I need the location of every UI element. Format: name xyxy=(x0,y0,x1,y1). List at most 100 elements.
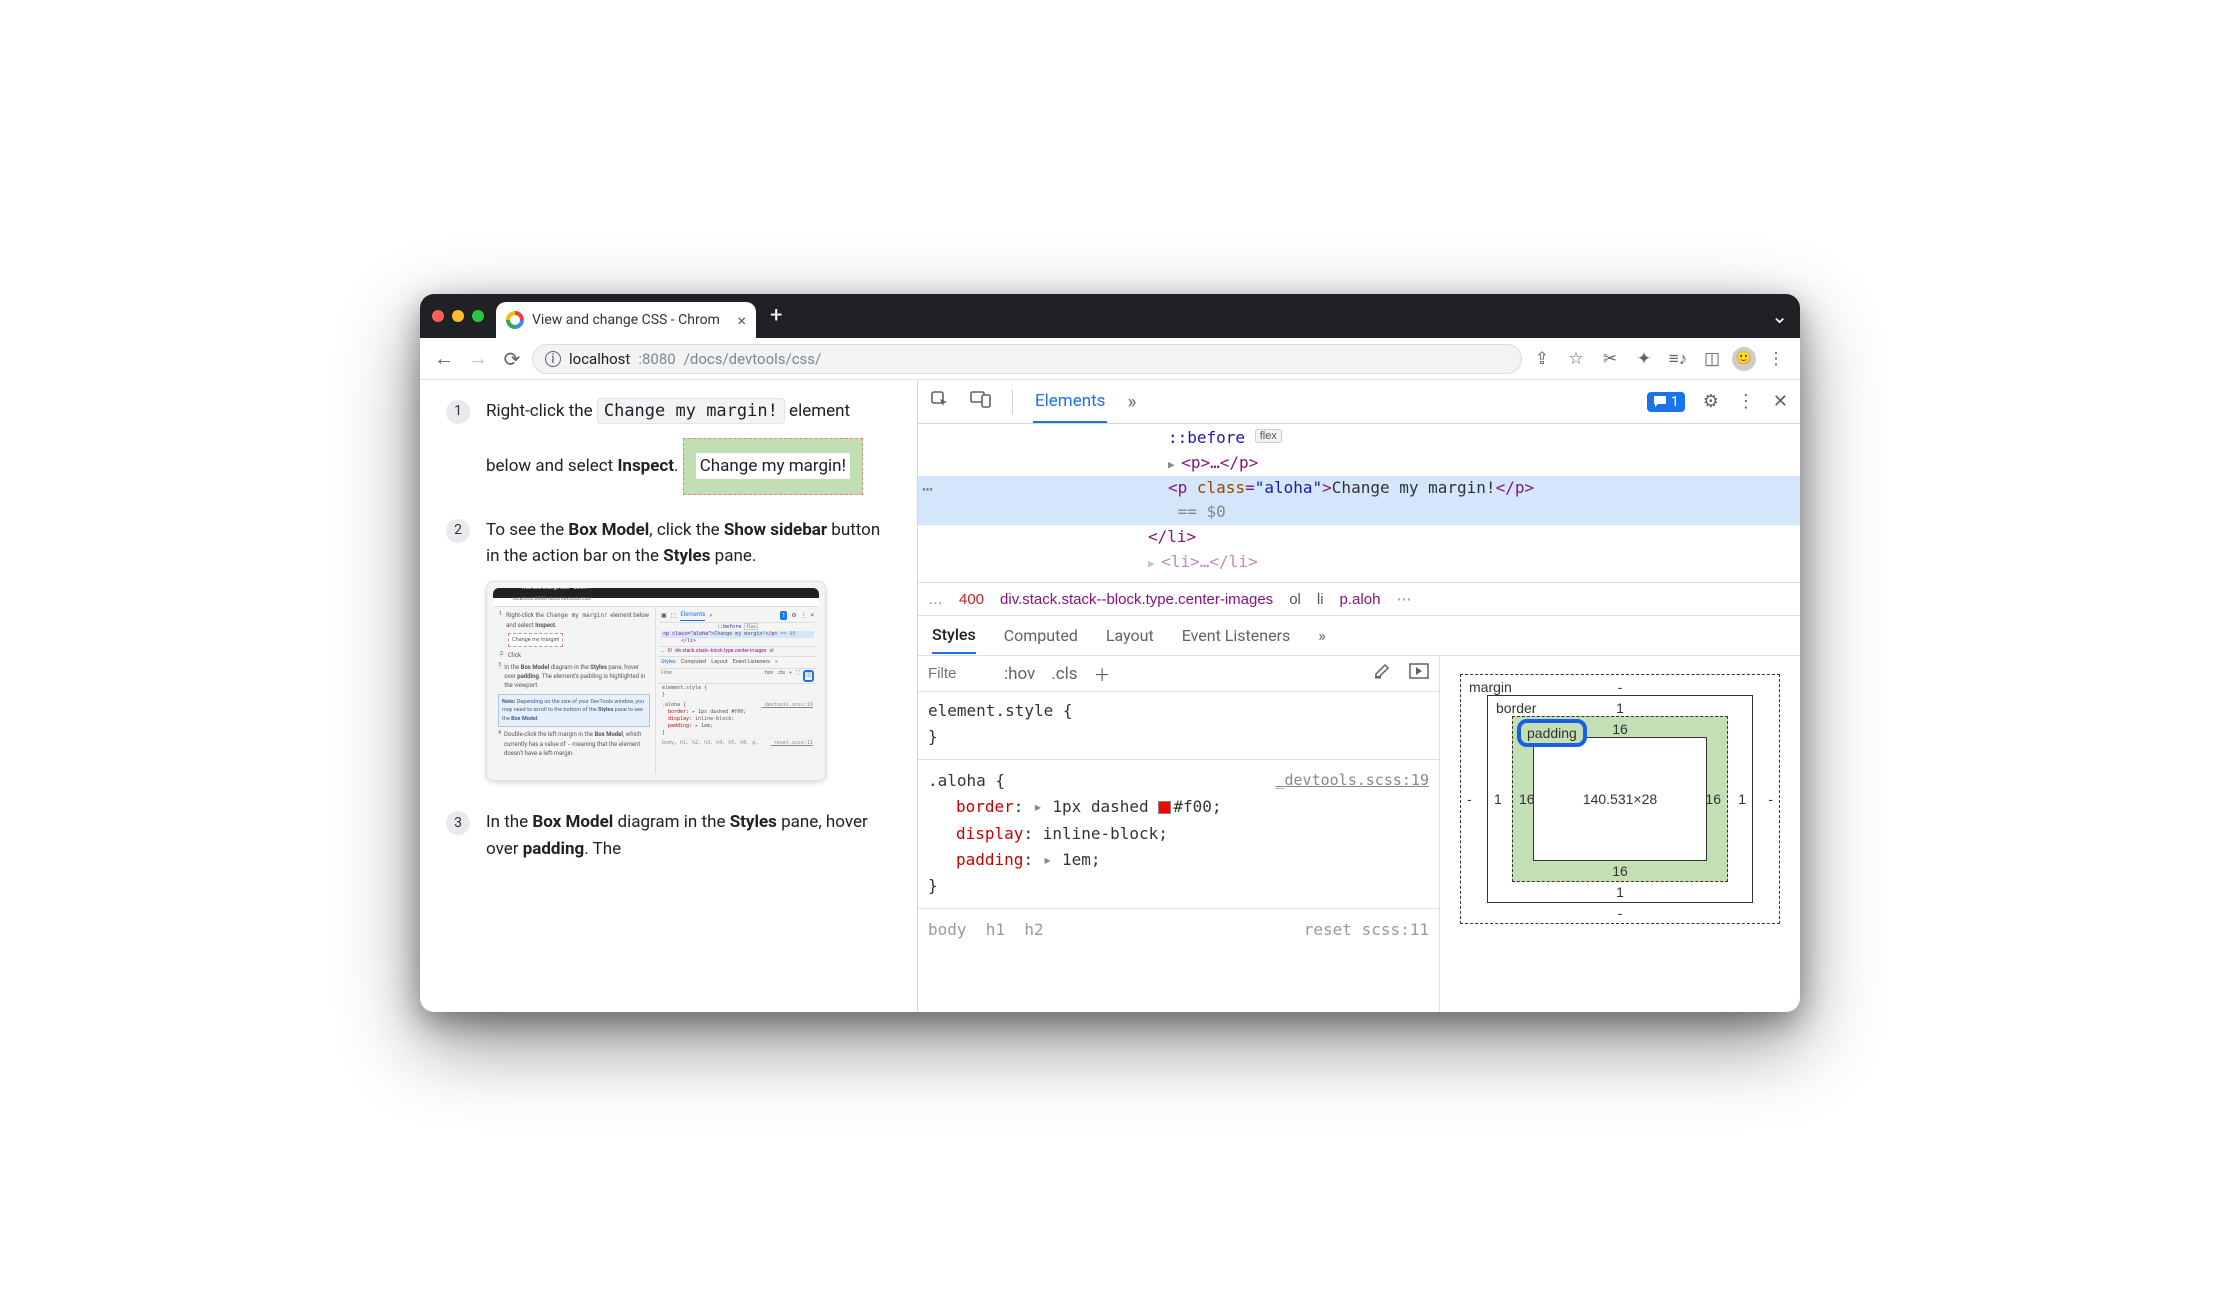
bold: Box Model xyxy=(568,520,649,540)
scissors-icon[interactable]: ✂ xyxy=(1596,349,1624,369)
bc-ol[interactable]: ol xyxy=(1289,591,1301,608)
selected-dom-node[interactable]: <p class="aloha">Change my margin!</p> =… xyxy=(918,476,1800,526)
browser-window: View and change CSS - Chrom × + ⌄ ← → ⟳ … xyxy=(420,294,1800,1012)
step-number: 3 xyxy=(446,811,470,835)
toggle-sidebar-icon[interactable] xyxy=(1409,663,1429,684)
bold: padding xyxy=(523,839,585,859)
more-styles-tabs-icon[interactable]: » xyxy=(1318,618,1326,653)
bold: Show sidebar xyxy=(724,520,827,540)
box-model-margin[interactable]: margin - - - - border 1 1 1 1 padding xyxy=(1460,674,1780,924)
bc-more[interactable]: ⋯ xyxy=(1396,590,1411,608)
step-text: To see the Box Model, click the Show sid… xyxy=(486,517,891,788)
settings-icon[interactable]: ⚙ xyxy=(1703,391,1719,412)
bold: Styles xyxy=(663,546,710,566)
side-panel-icon[interactable]: ◫ xyxy=(1698,349,1726,369)
tab-close-icon[interactable]: × xyxy=(737,311,746,330)
extensions-icon[interactable]: ✦ xyxy=(1630,349,1658,369)
margin-left[interactable]: - xyxy=(1467,791,1472,807)
dropdown-window-icon[interactable]: ⌄ xyxy=(1771,304,1788,328)
dom-breadcrumb[interactable]: … 400 div.stack.stack--block.type.center… xyxy=(918,582,1800,616)
devtools-header: Elements » 1 ⚙ ⋮ ✕ xyxy=(918,380,1800,424)
rule-aloha[interactable]: .aloha { xyxy=(928,771,1005,790)
reload-button[interactable]: ⟳ xyxy=(498,347,526,371)
paint-brush-icon[interactable] xyxy=(1373,662,1393,685)
padding-top[interactable]: 16 xyxy=(1612,721,1628,737)
browser-tab[interactable]: View and change CSS - Chrom × xyxy=(496,302,756,338)
styles-tab[interactable]: Styles xyxy=(932,617,976,654)
close-window-icon[interactable] xyxy=(432,310,444,322)
padding-bottom[interactable]: 16 xyxy=(1612,863,1628,879)
new-rule-icon[interactable]: ＋ xyxy=(1094,661,1111,686)
more-tabs-icon[interactable]: » xyxy=(1127,390,1136,413)
t: . xyxy=(674,456,678,476)
thumb-page: 1Right-click the Change my margin! eleme… xyxy=(493,607,656,774)
profile-avatar[interactable]: 🙂 xyxy=(1732,347,1756,371)
bc-400[interactable]: 400 xyxy=(959,591,984,608)
padding-right[interactable]: 16 xyxy=(1705,791,1721,807)
border-right[interactable]: 1 xyxy=(1738,791,1746,807)
chrome-menu-icon[interactable]: ⋮ xyxy=(1762,349,1790,369)
rule-element-style[interactable]: element.style { xyxy=(928,698,1429,724)
bc-div[interactable]: div.stack.stack--block.type.center-image… xyxy=(1000,591,1273,608)
inspect-icon[interactable] xyxy=(930,389,950,414)
chrome-favicon-icon xyxy=(506,311,524,329)
rule-source-link[interactable]: _devtools.scss:19 xyxy=(1275,768,1429,793)
change-my-margin-demo[interactable]: Change my margin! xyxy=(683,438,863,494)
rule-source-link[interactable]: reset scss:11 xyxy=(1304,917,1429,943)
border-top[interactable]: 1 xyxy=(1616,700,1624,716)
styles-sub-tabs: Styles Computed Layout Event Listeners » xyxy=(918,616,1800,656)
margin-right[interactable]: - xyxy=(1768,791,1773,807)
issues-badge[interactable]: 1 xyxy=(1647,392,1685,412)
bc-li[interactable]: li xyxy=(1317,591,1324,608)
border-left[interactable]: 1 xyxy=(1494,791,1502,807)
border-bottom[interactable]: 1 xyxy=(1616,884,1624,900)
bc-paloh[interactable]: p.aloh xyxy=(1340,591,1381,608)
device-toggle-icon[interactable] xyxy=(970,389,992,414)
step-1: 1 Right-click the Change my margin! elem… xyxy=(446,398,891,495)
url-path: /docs/devtools/css/ xyxy=(684,350,822,368)
styles-body: :hov .cls ＋ element.style { } .aloha {_d… xyxy=(918,656,1800,1012)
flex-badge[interactable]: flex xyxy=(1255,429,1282,443)
content-split: 1 Right-click the Change my margin! elem… xyxy=(420,380,1800,1012)
forward-button[interactable]: → xyxy=(464,346,492,371)
box-model-content[interactable]: 140.531×28 xyxy=(1533,737,1707,861)
padding-left[interactable]: 16 xyxy=(1519,791,1535,807)
dom-tree[interactable]: ::before flex <p>…</p> <p class="aloha">… xyxy=(918,424,1800,582)
bc-ellipsis[interactable]: … xyxy=(928,591,943,608)
thumbnail-screenshot: View and change CSS - Chro… × localhost:… xyxy=(486,581,826,781)
url-bar[interactable]: i localhost:8080/docs/devtools/css/ xyxy=(532,344,1522,374)
kebab-menu-icon[interactable]: ⋮ xyxy=(1737,391,1755,412)
close-devtools-icon[interactable]: ✕ xyxy=(1773,391,1788,412)
window-controls xyxy=(432,310,484,322)
color-swatch-icon[interactable] xyxy=(1158,801,1171,814)
margin-top[interactable]: - xyxy=(1618,679,1623,695)
maximize-window-icon[interactable] xyxy=(472,310,484,322)
li-close: </li> xyxy=(1148,527,1196,546)
box-model-padding[interactable]: padding 16 16 16 16 140.531×28 xyxy=(1512,716,1728,882)
cls-toggle[interactable]: .cls xyxy=(1051,664,1077,684)
bookmark-icon[interactable]: ☆ xyxy=(1562,349,1590,369)
site-info-icon[interactable]: i xyxy=(545,351,561,367)
box-model-border[interactable]: border 1 1 1 1 padding 16 16 16 16 xyxy=(1487,695,1753,903)
margin-bottom[interactable]: - xyxy=(1618,905,1623,921)
step-number: 1 xyxy=(446,400,470,424)
back-button[interactable]: ← xyxy=(430,346,458,371)
share-icon[interactable]: ⇪ xyxy=(1528,349,1556,369)
page-content: 1 Right-click the Change my margin! elem… xyxy=(420,380,918,1012)
collapsed-li[interactable]: <li>…</li> xyxy=(1161,552,1257,571)
reading-list-icon[interactable]: ≡♪ xyxy=(1664,349,1692,369)
hov-toggle[interactable]: :hov xyxy=(1004,664,1035,684)
collapsed-p[interactable]: <p>…</p> xyxy=(1181,453,1258,472)
url-port: :8080 xyxy=(638,350,675,368)
css-rules[interactable]: element.style { } .aloha {_devtools.scss… xyxy=(918,692,1439,949)
elements-tab[interactable]: Elements xyxy=(1033,381,1107,423)
computed-tab[interactable]: Computed xyxy=(1004,618,1078,653)
new-tab-button[interactable]: + xyxy=(770,305,782,327)
margin-label: margin xyxy=(1469,679,1512,695)
layout-tab[interactable]: Layout xyxy=(1106,618,1154,653)
minimize-window-icon[interactable] xyxy=(452,310,464,322)
browser-toolbar: ← → ⟳ i localhost:8080/docs/devtools/css… xyxy=(420,338,1800,380)
filter-input[interactable] xyxy=(928,665,988,682)
event-listeners-tab[interactable]: Event Listeners xyxy=(1182,618,1291,653)
step-text: In the Box Model diagram in the Styles p… xyxy=(486,809,891,862)
